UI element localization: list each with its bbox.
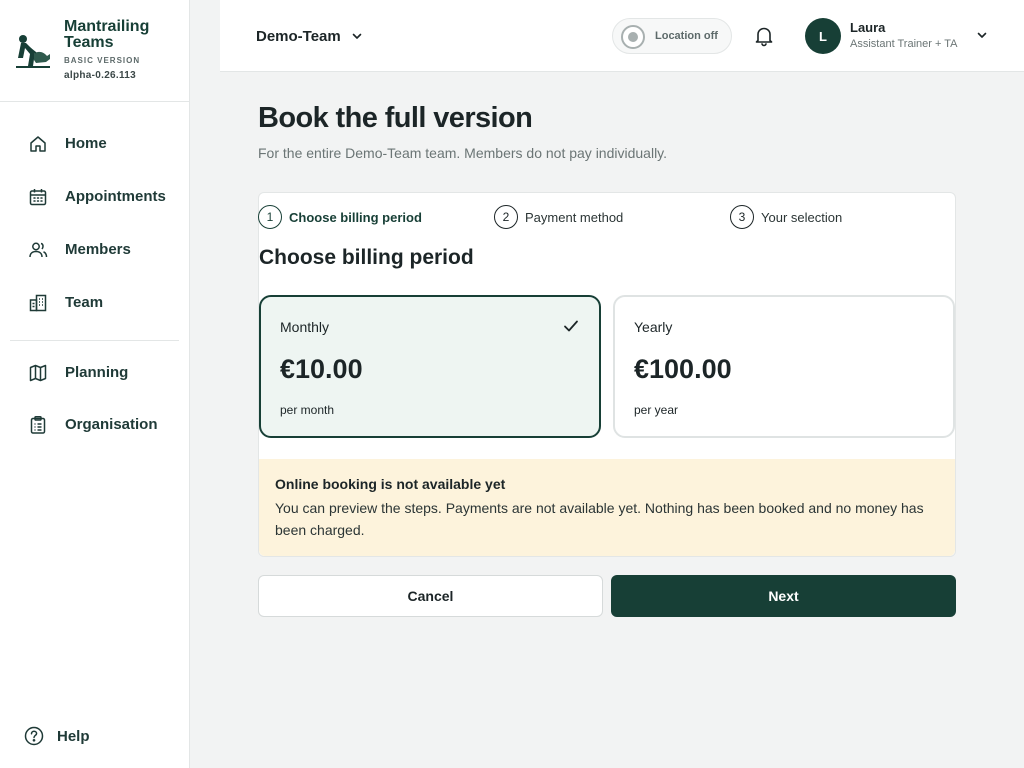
topbar: Demo-Team Location off L Laura Assistant… (220, 0, 1024, 72)
sidebar-divider (10, 340, 179, 341)
users-icon (29, 242, 48, 258)
help-icon (24, 726, 44, 746)
section-title: Choose billing period (259, 246, 474, 269)
home-icon (30, 136, 46, 152)
notice-heading: Online booking is not available yet (275, 476, 506, 492)
map-icon (29, 364, 47, 382)
sidebar-item-label: Appointments (65, 188, 166, 205)
location-label: Location off (655, 30, 718, 42)
plan-option-monthly[interactable]: Monthly €10.00 per month (259, 295, 601, 438)
sidebar-item-label: Home (65, 135, 107, 152)
chevron-down-icon (977, 32, 987, 38)
plan-name: Monthly (280, 319, 330, 335)
check-icon (564, 320, 578, 332)
sidebar-item-team[interactable]: Team (10, 281, 180, 325)
user-name: Laura (850, 20, 886, 35)
sidebar-item-appointments[interactable]: Appointments (10, 175, 180, 219)
brand-version: alpha-0.26.113 (64, 70, 137, 81)
plan-price: €10.00 (280, 354, 363, 384)
step-number: 1 (258, 205, 282, 229)
plan-price: €100.00 (634, 354, 732, 384)
help-link[interactable]: Help (24, 725, 90, 747)
next-button[interactable]: Next (611, 575, 956, 617)
location-status-icon (621, 25, 645, 49)
team-name: Demo-Team (256, 27, 341, 45)
sidebar-item-organisation[interactable]: Organisation (10, 403, 180, 447)
page-subtitle: For the entire Demo-Team team. Members d… (258, 145, 668, 161)
page-title: Book the full version (258, 102, 533, 134)
sidebar-item-label: Members (65, 241, 131, 258)
sidebar-item-home[interactable]: Home (10, 122, 180, 166)
step-label: Payment method (525, 209, 624, 225)
sidebar-item-label: Organisation (65, 416, 158, 433)
step-label: Your selection (761, 209, 843, 225)
cancel-button[interactable]: Cancel (258, 575, 603, 617)
logo-icon (16, 35, 50, 68)
clipboard-icon (30, 416, 46, 434)
brand: Mantrailing Teams BASIC VERSION alpha-0.… (0, 0, 189, 102)
sidebar: Mantrailing Teams BASIC VERSION alpha-0.… (0, 0, 190, 768)
bell-icon[interactable] (753, 25, 775, 47)
step-label: Choose billing period (289, 209, 422, 225)
building-icon (29, 294, 47, 312)
calendar-icon (29, 189, 47, 206)
user-role: Assistant Trainer + TA (850, 38, 958, 50)
notice-banner: Online booking is not available yet You … (259, 459, 955, 556)
notice-body: You can preview the steps. Payments are … (275, 500, 924, 538)
team-selector[interactable]: Demo-Team (256, 24, 363, 48)
avatar: L (805, 18, 841, 54)
step-payment-method[interactable]: 2 Payment method (494, 205, 623, 229)
user-menu[interactable]: L Laura Assistant Trainer + TA (805, 18, 995, 54)
step-choose-billing-period[interactable]: 1 Choose billing period (258, 205, 422, 229)
plan-period: per month (280, 403, 335, 417)
sidebar-item-planning[interactable]: Planning (10, 351, 180, 395)
step-number: 2 (494, 205, 518, 229)
plan-period: per year (634, 403, 679, 417)
location-toggle[interactable]: Location off (612, 18, 732, 54)
brand-title: Mantrailing Teams (64, 18, 150, 51)
sidebar-item-members[interactable]: Members (10, 228, 180, 272)
plan-name: Yearly (634, 319, 673, 335)
brand-tier: BASIC VERSION (64, 56, 141, 65)
sidebar-item-label: Planning (65, 364, 129, 381)
help-label: Help (57, 727, 90, 745)
step-your-selection[interactable]: 3 Your selection (730, 205, 842, 229)
sidebar-item-label: Team (65, 294, 104, 311)
plan-option-yearly[interactable]: Yearly €100.00 per year (613, 295, 955, 438)
step-number: 3 (730, 205, 754, 229)
chevron-down-icon (352, 33, 362, 39)
